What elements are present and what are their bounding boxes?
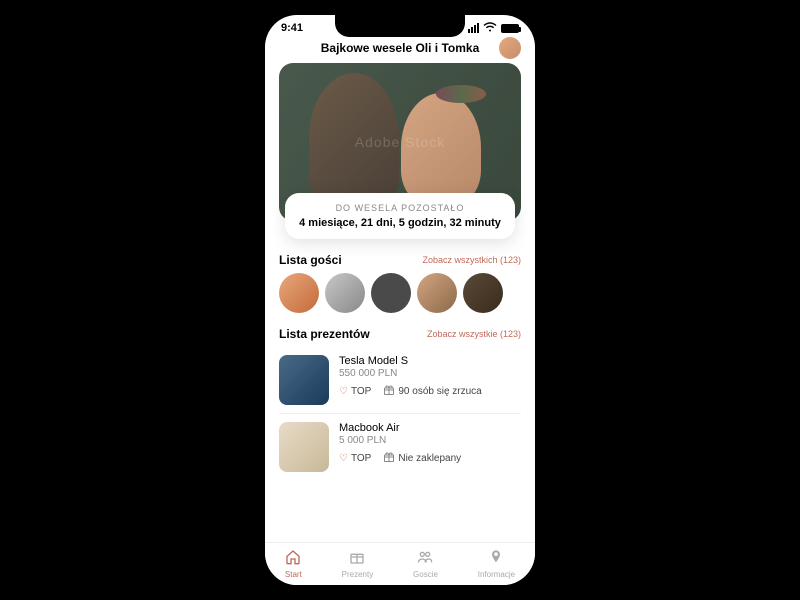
signal-icon	[468, 23, 479, 33]
nav-informacje[interactable]: Informacje	[478, 549, 515, 579]
nav-label: Start	[285, 570, 302, 579]
main-content[interactable]: Adobe Stock DO WESELA POZOSTAŁO 4 miesią…	[265, 63, 535, 542]
gift-price: 5 000 PLN	[339, 435, 521, 446]
nav-prezenty[interactable]: Prezenty	[342, 549, 374, 579]
guests-row[interactable]	[279, 273, 521, 313]
bottom-nav: Start Prezenty Goscie Informacje	[265, 542, 535, 585]
gifts-see-all-link[interactable]: Zobacz wszystkie (123)	[427, 329, 521, 339]
heart-icon: ♡	[339, 453, 348, 464]
gift-icon	[383, 451, 395, 466]
gift-image	[279, 422, 329, 472]
watermark: Adobe Stock	[355, 134, 445, 150]
gift-image	[279, 355, 329, 405]
gifts-title: Lista prezentów	[279, 327, 370, 341]
gift-icon	[383, 384, 395, 399]
gift-status-chip: Nie zaklepany	[383, 451, 461, 466]
nav-label: Informacje	[478, 570, 515, 579]
info-icon	[488, 549, 504, 569]
nav-label: Prezenty	[342, 570, 374, 579]
guests-title: Lista gości	[279, 253, 342, 267]
countdown-label: DO WESELA POZOSTAŁO	[299, 203, 501, 213]
guest-avatar[interactable]	[463, 273, 503, 313]
status-time: 9:41	[281, 22, 303, 34]
guest-avatar[interactable]	[279, 273, 319, 313]
guest-avatar[interactable]	[325, 273, 365, 313]
guest-avatar[interactable]	[417, 273, 457, 313]
status-right	[468, 21, 519, 35]
gift-name: Macbook Air	[339, 422, 521, 434]
heart-icon: ♡	[339, 386, 348, 397]
nav-label: Goscie	[413, 570, 438, 579]
gift-status-chip: 90 osób się zrzuca	[383, 384, 481, 399]
gift-price: 550 000 PLN	[339, 368, 521, 379]
app-header: Bajkowe wesele Oli i Tomka	[265, 37, 535, 63]
guests-see-all-link[interactable]: Zobacz wszystkich (123)	[422, 255, 521, 265]
wifi-icon	[483, 21, 497, 35]
notch	[335, 15, 465, 37]
guests-section-head: Lista gości Zobacz wszystkich (123)	[279, 253, 521, 267]
nav-goscie[interactable]: Goscie	[413, 549, 438, 579]
countdown-value: 4 miesiące, 21 dni, 5 godzin, 32 minuty	[299, 217, 501, 229]
gift-top-chip: ♡TOP	[339, 386, 371, 397]
gift-card[interactable]: Macbook Air 5 000 PLN ♡TOP Nie zaklepany	[279, 414, 521, 480]
gift-top-chip: ♡TOP	[339, 453, 371, 464]
home-icon	[285, 549, 301, 569]
gifts-icon	[349, 549, 365, 569]
guests-icon	[417, 549, 433, 569]
page-title: Bajkowe wesele Oli i Tomka	[321, 41, 480, 55]
profile-avatar[interactable]	[499, 37, 521, 59]
guest-avatar[interactable]	[371, 273, 411, 313]
countdown-card: DO WESELA POZOSTAŁO 4 miesiące, 21 dni, …	[285, 193, 515, 239]
phone-frame: 9:41 Bajkowe wesele Oli i Tomka Adobe St…	[265, 15, 535, 585]
gift-name: Tesla Model S	[339, 355, 521, 367]
gifts-section-head: Lista prezentów Zobacz wszystkie (123)	[279, 327, 521, 341]
battery-icon	[501, 24, 519, 33]
gift-card[interactable]: Tesla Model S 550 000 PLN ♡TOP 90 osób s…	[279, 347, 521, 414]
nav-start[interactable]: Start	[285, 549, 302, 579]
